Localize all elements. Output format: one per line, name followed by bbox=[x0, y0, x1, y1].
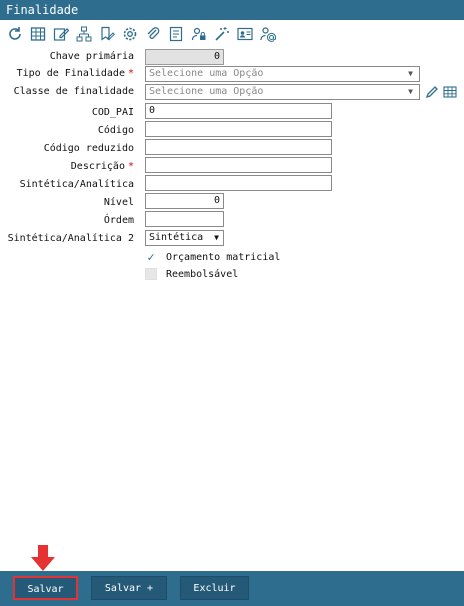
footer-bar: Salvar Salvar + Excluir bbox=[0, 571, 464, 606]
reembolsavel-row: Reembolsável bbox=[145, 268, 238, 280]
arrow-down-icon bbox=[31, 545, 55, 571]
codigo-input[interactable] bbox=[145, 121, 332, 137]
sintetica-analitica-2-label: Sintética/Analítica 2 bbox=[7, 233, 134, 244]
toolbar bbox=[6, 24, 277, 44]
save-plus-button[interactable]: Salvar + bbox=[91, 576, 167, 600]
grid-icon[interactable] bbox=[443, 85, 457, 99]
contact-card-icon[interactable] bbox=[236, 25, 254, 43]
chave-primaria-field: 0 bbox=[145, 49, 224, 65]
ordem-input[interactable] bbox=[145, 211, 224, 227]
pencil-icon[interactable] bbox=[425, 85, 439, 99]
hierarchy-icon[interactable] bbox=[75, 25, 93, 43]
sintetica-analitica-label: Sintética/Analítica bbox=[19, 179, 134, 190]
chevron-down-icon: ▼ bbox=[408, 87, 413, 96]
ordem-label: Órdem bbox=[103, 215, 134, 226]
delete-button[interactable]: Excluir bbox=[180, 576, 249, 600]
user-email-icon[interactable] bbox=[259, 25, 277, 43]
codigo-reduzido-label: Código reduzido bbox=[43, 143, 134, 154]
classe-finalidade-select[interactable]: Selecione uma Opção ▼ bbox=[145, 84, 420, 100]
orcamento-matricial-label: Orçamento matricial bbox=[166, 251, 281, 263]
required-marker: * bbox=[127, 68, 134, 79]
chave-primaria-label: Chave primária bbox=[49, 51, 134, 62]
edit-icon[interactable] bbox=[52, 25, 70, 43]
grid-icon[interactable] bbox=[29, 25, 47, 43]
attach-icon[interactable] bbox=[144, 25, 162, 43]
save-button[interactable]: Salvar bbox=[13, 576, 78, 600]
checkmark-icon[interactable]: ✓ bbox=[145, 250, 157, 264]
codigo-reduzido-input[interactable] bbox=[145, 139, 332, 155]
refresh-icon[interactable] bbox=[6, 25, 24, 43]
orcamento-matricial-row[interactable]: ✓ Orçamento matricial bbox=[145, 250, 281, 264]
chevron-down-icon: ▼ bbox=[408, 69, 413, 78]
report-icon[interactable] bbox=[167, 25, 185, 43]
reembolsavel-checkbox bbox=[145, 268, 157, 280]
descricao-label: Descrição * bbox=[70, 161, 134, 172]
codigo-label: Código bbox=[97, 125, 134, 136]
bookmark-edit-icon[interactable] bbox=[98, 25, 116, 43]
required-marker: * bbox=[127, 161, 134, 172]
user-lock-icon[interactable] bbox=[190, 25, 208, 43]
classe-finalidade-label: Classe de finalidade bbox=[13, 86, 134, 97]
cod-pai-input[interactable]: 0 bbox=[145, 103, 332, 119]
magic-wand-icon[interactable] bbox=[213, 25, 231, 43]
sintetica-analitica-2-select[interactable]: Sintética ▼ bbox=[145, 230, 224, 246]
descricao-input[interactable] bbox=[145, 157, 332, 173]
chevron-down-icon: ▼ bbox=[214, 233, 219, 242]
settings-icon[interactable] bbox=[121, 25, 139, 43]
nivel-input[interactable]: 0 bbox=[145, 193, 224, 209]
cod-pai-label: COD_PAI bbox=[91, 107, 134, 118]
tipo-finalidade-select[interactable]: Selecione uma Opção ▼ bbox=[145, 66, 420, 82]
nivel-label: Nível bbox=[103, 197, 134, 208]
reembolsavel-label: Reembolsável bbox=[166, 268, 239, 280]
window-title: Finalidade bbox=[0, 0, 464, 20]
sintetica-analitica-input[interactable] bbox=[145, 175, 332, 191]
tipo-finalidade-label: Tipo de Finalidade * bbox=[16, 68, 134, 79]
